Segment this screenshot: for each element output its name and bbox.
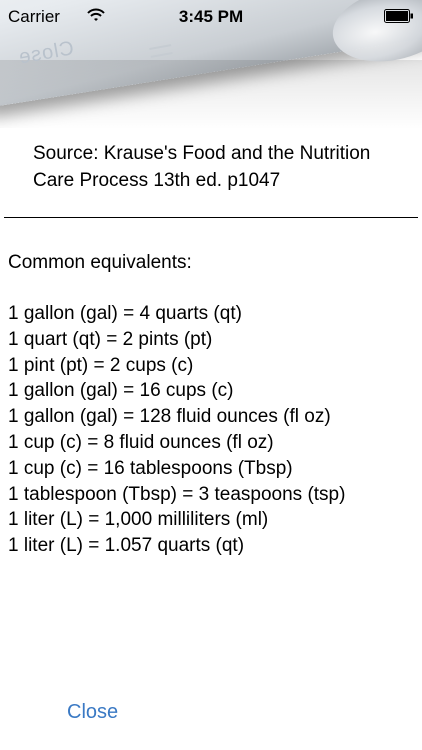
equivalents-list: 1 gallon (gal) = 4 quarts (qt) 1 quart (…: [8, 301, 345, 559]
list-item: 1 cup (c) = 16 tablespoons (Tbsp): [8, 457, 293, 479]
status-bar: Carrier 3:45 PM: [0, 0, 422, 34]
divider: [4, 217, 418, 218]
list-item: 1 gallon (gal) = 16 cups (c): [8, 380, 234, 402]
list-item: 1 gallon (gal) = 128 fluid ounces (fl oz…: [8, 406, 331, 428]
list-item: 1 liter (L) = 1.057 quarts (qt): [8, 535, 245, 557]
list-item: 1 pint (pt) = 2 cups (c): [8, 354, 194, 376]
list-item: 1 cup (c) = 8 fluid ounces (fl oz): [8, 431, 274, 453]
list-item: 1 tablespoon (Tbsp) = 3 teaspoons (tsp): [8, 483, 346, 505]
battery-icon: [384, 9, 414, 23]
list-item: 1 gallon (gal) = 4 quarts (qt): [8, 303, 242, 324]
source-citation: Source: Krause's Food and the Nutrition …: [33, 143, 371, 191]
curl-shadow: [0, 60, 422, 128]
section-heading: Common equivalents:: [8, 252, 192, 273]
close-button[interactable]: Close: [67, 701, 118, 724]
list-item: 1 quart (qt) = 2 pints (pt): [8, 328, 213, 350]
list-item: 1 liter (L) = 1,000 milliliters (ml): [8, 509, 269, 531]
status-time: 3:45 PM: [178, 7, 244, 26]
